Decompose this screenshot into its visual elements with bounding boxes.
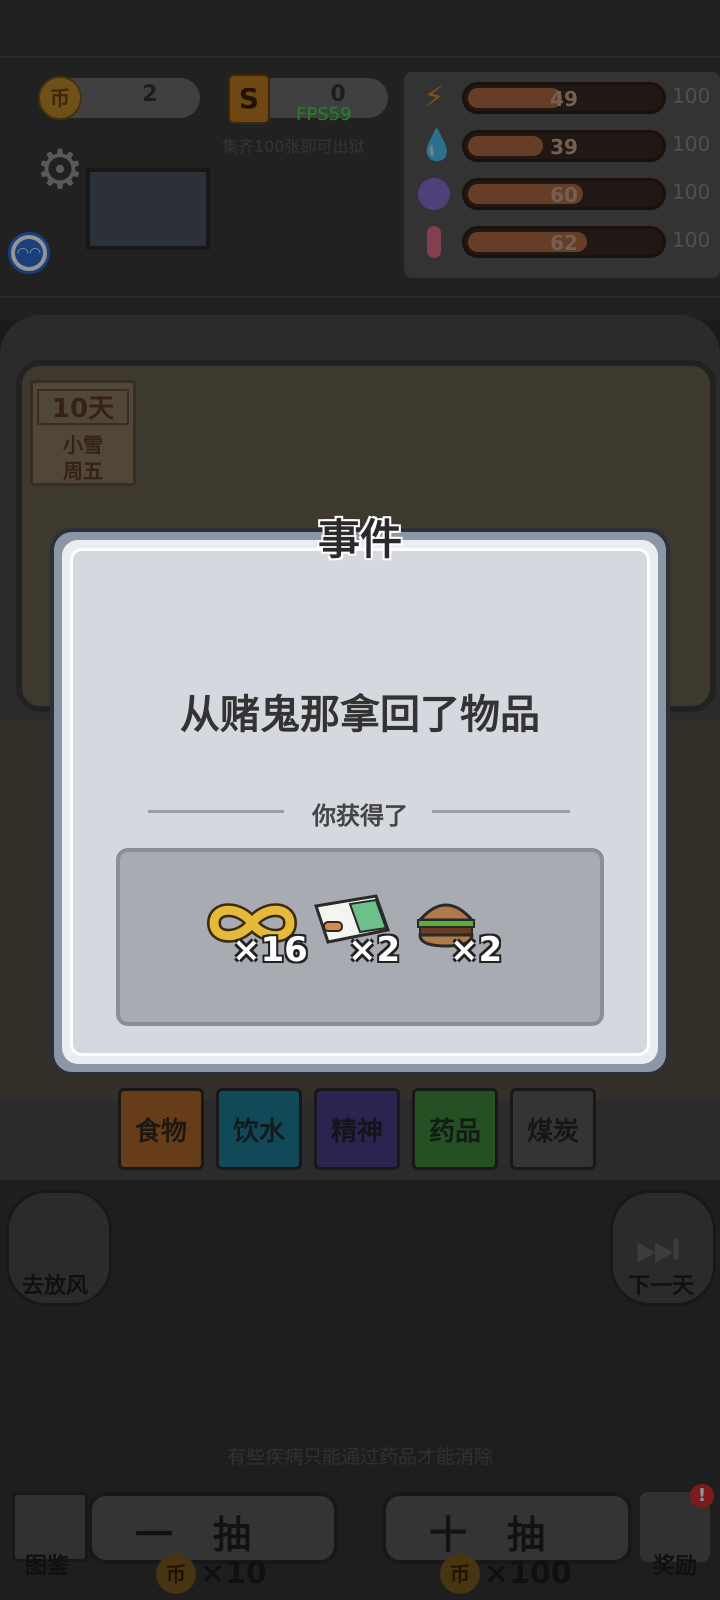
reward-item[interactable]: ×16: [206, 900, 308, 970]
modal-title: 事件: [317, 515, 402, 564]
item-count: ×2: [450, 930, 503, 970]
reward-item[interactable]: ×2: [310, 894, 410, 970]
item-count: ×2: [348, 930, 401, 970]
reward-item[interactable]: ×2: [414, 900, 514, 970]
event-message: 从赌鬼那拿回了物品: [180, 692, 540, 738]
item-count: ×16: [232, 930, 308, 970]
gain-label: 你获得了: [312, 802, 408, 830]
